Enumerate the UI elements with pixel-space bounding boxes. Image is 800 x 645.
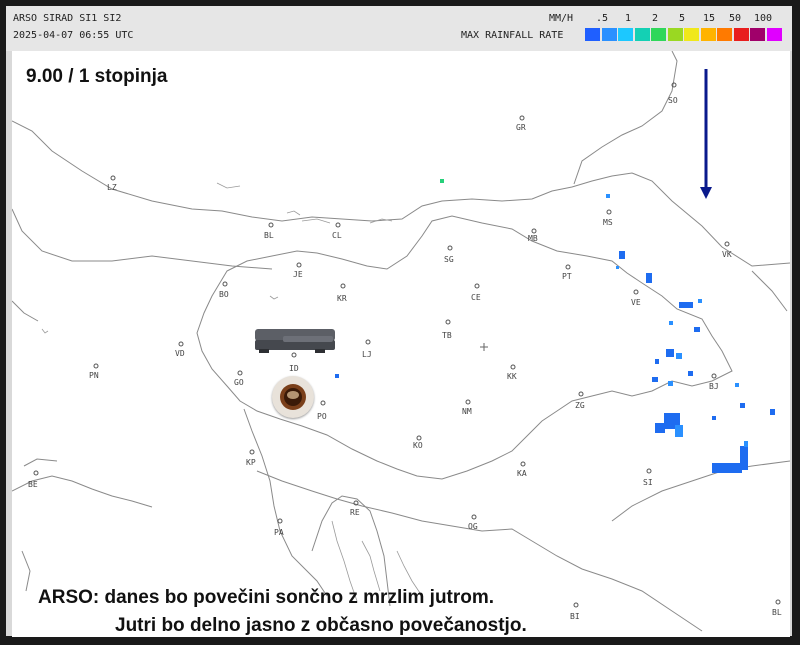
radar-header: ARSO SIRAD SI1 SI2 2025-04-07 06:55 UTC … [6, 6, 792, 51]
rate-unit-label: MM/H [549, 13, 574, 24]
station-label: ZG [575, 401, 585, 410]
legend-color-cell [700, 28, 716, 41]
legend-color-cell [684, 28, 699, 41]
station-label: KR [337, 294, 347, 303]
legend-color-cell [651, 28, 666, 41]
borders [12, 51, 790, 632]
station-label: JE [293, 270, 303, 279]
map-svg: SO GR LZ MS BL CL MB VK JE SG PT BO KR C… [12, 51, 790, 632]
station-label: BO [219, 290, 229, 299]
forecast-line-1: ARSO: danes bo povečini sončno z mrzlim … [38, 587, 495, 608]
legend-color-cell [585, 28, 600, 41]
time-temperature-label: 9.00 / 1 stopinja [26, 66, 168, 87]
station-label: PO [317, 412, 327, 421]
legend-color-cell [750, 28, 765, 41]
station-label: BI [570, 612, 580, 621]
station-label: RE [350, 508, 360, 517]
legend-color-cell [733, 28, 749, 41]
station-label: LJ [362, 350, 372, 359]
station-label: OG [468, 522, 478, 531]
station-label: KK [507, 372, 517, 381]
sofa-icon [255, 326, 335, 354]
legend-color-cell [717, 28, 732, 41]
station-label: SG [444, 255, 454, 264]
station-label: PT [562, 272, 572, 281]
station-label: BJ [709, 382, 719, 391]
station-label: TB [442, 331, 452, 340]
forecast-line-2: Jutri bo delno jasno z občasno povečanos… [115, 615, 527, 636]
station-label: VK [722, 250, 732, 259]
station-label: NM [462, 407, 472, 416]
station-label: PA [274, 528, 284, 537]
station-label: ID [289, 364, 299, 373]
rain-cells [335, 179, 775, 473]
station-label: VE [631, 298, 641, 307]
legend-tick: 15 [703, 13, 716, 24]
legend-tick: 1 [625, 13, 632, 24]
station-label: LZ [107, 183, 117, 192]
radar-timestamp: 2025-04-07 06:55 UTC [13, 30, 134, 41]
station-label: BL [772, 608, 782, 617]
legend-tick: 100 [754, 13, 773, 24]
station-label: KP [246, 458, 256, 467]
station-label: GO [234, 378, 244, 387]
legend-title: MAX RAINFALL RATE [461, 30, 564, 41]
app-frame: ARSO SIRAD SI1 SI2 2025-04-07 06:55 UTC … [0, 0, 800, 645]
legend-color-cell [766, 28, 782, 41]
legend-tick: 50 [729, 13, 742, 24]
legend-color-cell [667, 28, 683, 41]
station-label: MB [528, 234, 538, 243]
station-label: VD [175, 349, 185, 358]
station-label: CE [471, 293, 481, 302]
radar-panel: ARSO SIRAD SI1 SI2 2025-04-07 06:55 UTC … [6, 6, 792, 637]
legend-color-cell [634, 28, 650, 41]
legend-tick: .5 [596, 13, 609, 24]
legend-color-cell [601, 28, 617, 41]
station-label: SI [643, 478, 653, 487]
station-label: KA [517, 469, 527, 478]
radar-map: SO GR LZ MS BL CL MB VK JE SG PT BO KR C… [12, 51, 790, 637]
radar-source-label: ARSO SIRAD SI1 SI2 [13, 13, 122, 24]
station-label: PN [89, 371, 99, 380]
coffee-icon [272, 376, 314, 418]
station-label: MS [603, 218, 613, 227]
station-label: BL [264, 231, 274, 240]
station-label: SO [668, 96, 678, 105]
station-label: CL [332, 231, 342, 240]
legend-tick: 2 [652, 13, 659, 24]
station-label: GR [516, 123, 526, 132]
station-label: KO [413, 441, 423, 450]
legend-color-cell [618, 28, 633, 41]
station-label: BE [28, 480, 38, 489]
down-arrow-icon [700, 69, 712, 199]
crosshair-icon [480, 343, 488, 351]
legend-tick: 5 [679, 13, 686, 24]
